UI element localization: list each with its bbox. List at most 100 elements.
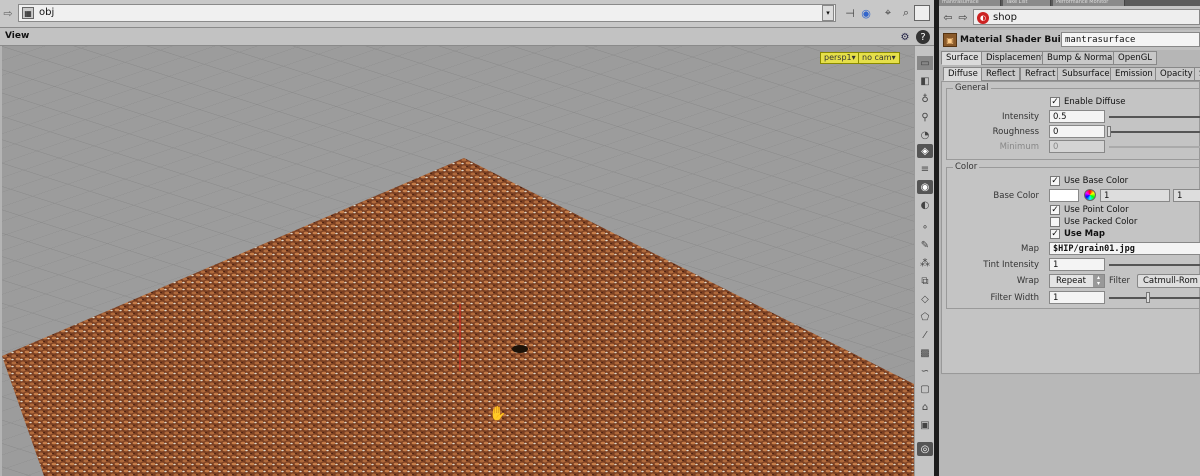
- point-icon[interactable]: ∘: [917, 220, 933, 234]
- group-icon[interactable]: ⧉: [917, 274, 933, 288]
- tint-intensity-slider[interactable]: [1109, 264, 1200, 266]
- display-icon[interactable]: ◉: [917, 180, 933, 194]
- viewport-layout-icon[interactable]: ▭: [917, 56, 933, 70]
- map-path-field[interactable]: $HIP/grain01.jpg: [1049, 242, 1200, 255]
- roughness-label: Roughness: [992, 127, 1039, 137]
- tab-opengl[interactable]: OpenGL: [1113, 51, 1158, 65]
- node-header: ▣ Material Shader Builder mantrasurface: [939, 30, 1200, 50]
- parameter-path-field[interactable]: ◐ shop: [973, 9, 1200, 25]
- color-wheel-icon[interactable]: [1084, 189, 1096, 201]
- use-base-color-label: Use Base Color: [1064, 176, 1129, 186]
- sub-tabs: Diffuse Reflect Refract Subsurface Emiss…: [943, 67, 1200, 81]
- template-icon[interactable]: ▩: [917, 346, 933, 360]
- base-color-swatch[interactable]: [1049, 189, 1079, 202]
- tab-refract[interactable]: Refract: [1020, 67, 1061, 81]
- pin-icon[interactable]: ⊣: [842, 5, 858, 21]
- path-text: obj: [39, 7, 55, 18]
- node-name-field[interactable]: mantrasurface: [1061, 32, 1200, 47]
- tab-s[interactable]: S: [1194, 67, 1200, 81]
- safe-area-icon[interactable]: ◎: [917, 442, 933, 456]
- filter-width-slider[interactable]: [1109, 297, 1200, 299]
- enable-diffuse-checkbox[interactable]: ✓: [1050, 97, 1060, 107]
- select-arrows-icon: ▴ ▾: [1093, 275, 1104, 287]
- 3d-viewport[interactable]: persp1▾ no cam▾ ✋: [2, 46, 914, 476]
- viewport-scene: [2, 46, 914, 476]
- forward-arrow-icon[interactable]: ⇨: [2, 7, 14, 20]
- help-icon[interactable]: ?: [916, 30, 930, 44]
- tab-emission[interactable]: Emission: [1110, 67, 1158, 81]
- viewer-title: View: [5, 31, 30, 41]
- parameter-path-bar: ⇦ ⇨ ◐ shop: [939, 6, 1200, 28]
- filter-menu-button[interactable]: Catmull-Rom: [1137, 274, 1200, 288]
- base-color-r-field[interactable]: 1: [1100, 189, 1170, 202]
- tab-bump-normal[interactable]: Bump & Normal: [1042, 51, 1120, 65]
- perspective-menu[interactable]: persp1▾: [820, 52, 860, 64]
- maximize-icon[interactable]: [914, 5, 930, 21]
- tab-surface[interactable]: Surface: [941, 51, 984, 65]
- shading-icon[interactable]: ◧: [917, 74, 933, 88]
- filter-width-slider-handle[interactable]: [1146, 292, 1150, 303]
- primitive-icon[interactable]: ◇: [917, 292, 933, 306]
- parameter-pane: mantrasurface Take List Performance Moni…: [939, 0, 1200, 476]
- back-arrow-icon[interactable]: ⇦: [942, 11, 954, 24]
- ghost-icon[interactable]: ⚲: [917, 110, 933, 124]
- scene-viewer-pane: ⇨ ▦ obj ▾ ⊣ ◉ ⌖ ⌕ View ⚙ ? persp1▾ no ca…: [0, 0, 934, 476]
- wrap-value: Repeat: [1056, 276, 1086, 286]
- use-base-color-checkbox[interactable]: ✓: [1050, 176, 1060, 186]
- tint-intensity-label: Tint Intensity: [983, 260, 1039, 270]
- pen-icon[interactable]: ✎: [917, 238, 933, 252]
- snap-icon[interactable]: ◔: [917, 128, 933, 142]
- parameter-path-text: shop: [993, 12, 1018, 23]
- main-tabs: Surface Displacement Bump & Normal OpenG…: [941, 51, 1200, 65]
- curve-icon[interactable]: ∽: [917, 364, 933, 378]
- roughness-slider-handle[interactable]: [1107, 126, 1111, 137]
- tab-reflect[interactable]: Reflect: [981, 67, 1021, 81]
- visibility-icon[interactable]: ◐: [917, 198, 933, 212]
- tab-diffuse[interactable]: Diffuse: [943, 67, 983, 81]
- camera-icon[interactable]: ⌂: [917, 400, 933, 414]
- intensity-label: Intensity: [1002, 112, 1039, 122]
- use-point-color-checkbox[interactable]: ✓: [1050, 205, 1060, 215]
- network-path-field[interactable]: ▦ obj: [18, 4, 836, 22]
- viewer-side-toolbar: ▭ ◧ ♁ ⚲ ◔ ◈ ≡ ◉ ◐ ∘ ✎ ⁂ ⧉ ◇ ⬠ ⁄ ▩ ∽ ▢ ⌂ …: [914, 46, 934, 476]
- general-group-title: General: [953, 83, 991, 93]
- roughness-field[interactable]: 0: [1049, 125, 1105, 138]
- tint-intensity-field[interactable]: 1: [1049, 258, 1105, 271]
- use-point-color-label: Use Point Color: [1064, 205, 1129, 215]
- stack-icon[interactable]: ≡: [917, 162, 933, 176]
- roughness-slider[interactable]: [1109, 131, 1200, 133]
- intensity-slider[interactable]: [1109, 116, 1200, 118]
- viewer-header: View ⚙ ?: [0, 28, 934, 46]
- display-options-icon[interactable]: ⚙: [898, 30, 912, 44]
- vertex-icon[interactable]: ⁂: [917, 256, 933, 270]
- path-dropdown-icon[interactable]: ▾: [822, 5, 834, 21]
- normal-icon[interactable]: ⁄: [917, 328, 933, 342]
- edge-icon[interactable]: ⬠: [917, 310, 933, 324]
- use-packed-color-checkbox[interactable]: [1050, 217, 1060, 227]
- intensity-field[interactable]: 0.5: [1049, 110, 1105, 123]
- minimum-label: Minimum: [999, 142, 1039, 152]
- minimum-field: 0: [1049, 140, 1105, 153]
- link-icon[interactable]: ◉: [858, 5, 874, 21]
- tab-displacement[interactable]: Displacement: [981, 51, 1050, 65]
- use-map-checkbox[interactable]: ✓: [1050, 229, 1060, 239]
- tool-icon[interactable]: ⌖: [880, 5, 896, 21]
- hand-cursor-icon: ✋: [489, 406, 507, 422]
- empty-parameter-area: [939, 375, 1200, 476]
- tab-subsurface[interactable]: Subsurface: [1057, 67, 1115, 81]
- general-group: General ✓ Enable Diffuse Intensity 0.5 R…: [946, 83, 1200, 160]
- guide-icon[interactable]: ◈: [917, 144, 933, 158]
- search-icon[interactable]: ⌕: [898, 5, 914, 21]
- filter-width-field[interactable]: 1: [1049, 291, 1105, 304]
- tab-opacity[interactable]: Opacity: [1155, 67, 1198, 81]
- background-icon[interactable]: ▣: [917, 418, 933, 432]
- camera-menu[interactable]: no cam▾: [858, 52, 900, 64]
- forward-arrow-icon[interactable]: ⇨: [957, 11, 969, 24]
- wrap-label: Wrap: [1016, 276, 1039, 286]
- path-bar: ⇨ ▦ obj ▾ ⊣ ◉ ⌖ ⌕: [0, 0, 934, 28]
- base-color-g-field[interactable]: 1: [1173, 189, 1200, 202]
- frame-icon[interactable]: ▢: [917, 382, 933, 396]
- color-group: Color ✓ Use Base Color Base Color 1 1 ✓ …: [946, 162, 1200, 309]
- wrap-select[interactable]: Repeat ▴ ▾: [1049, 274, 1105, 288]
- light-icon[interactable]: ♁: [917, 92, 933, 106]
